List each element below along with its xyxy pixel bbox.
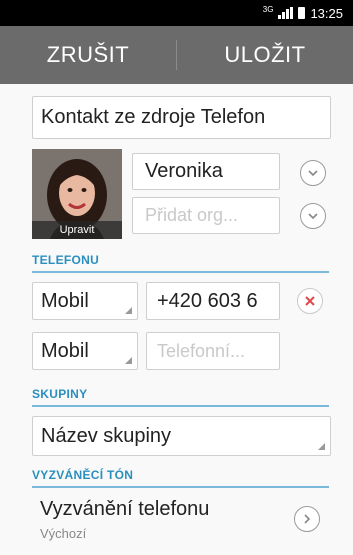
dropdown-corner-icon <box>125 357 132 364</box>
name-field[interactable]: Veronika <box>132 153 280 190</box>
section-divider <box>32 405 329 407</box>
phone-type-label: Mobil <box>41 340 89 362</box>
dropdown-corner-icon <box>318 443 325 450</box>
phone-type-label: Mobil <box>41 290 89 312</box>
cancel-button[interactable]: ZRUŠIT <box>0 26 176 84</box>
chevron-right-icon <box>304 514 311 524</box>
phone-number-field[interactable]: Telefonní... <box>146 332 280 370</box>
save-button[interactable]: ULOŽIT <box>177 26 353 84</box>
dropdown-corner-icon <box>125 307 132 314</box>
signal-icon <box>278 7 294 19</box>
action-bar: ZRUŠIT ULOŽIT <box>0 26 353 84</box>
contact-editor: Kontakt ze zdroje Telefon Upravit Veroni… <box>0 84 353 555</box>
status-bar: 3G 13:25 <box>0 0 353 26</box>
chevron-down-icon <box>308 213 318 220</box>
phone-type-spinner[interactable]: Mobil <box>32 332 138 370</box>
ringtone-section-header: VYZVÁNĚCÍ TÓN <box>32 468 134 482</box>
ringtone-row[interactable]: Vyzvánění telefonu Výchozí <box>32 490 331 548</box>
phone-number-placeholder: Telefonní... <box>157 341 246 361</box>
ringtone-open-button[interactable] <box>294 506 320 532</box>
phone-section-header: TELEFONU <box>32 253 100 267</box>
account-source-button[interactable]: Kontakt ze zdroje Telefon <box>32 96 331 139</box>
remove-phone-button[interactable] <box>297 288 323 314</box>
expand-name-button[interactable] <box>300 160 326 186</box>
groups-section-header: SKUPINY <box>32 387 88 401</box>
phone-number-field[interactable]: +420 603 6 <box>146 282 280 320</box>
ringtone-title: Vyzvánění telefonu <box>40 498 210 520</box>
edit-photo-label[interactable]: Upravit <box>32 221 122 239</box>
status-icons: 3G 13:25 <box>263 4 343 22</box>
phone-type-spinner[interactable]: Mobil <box>32 282 138 320</box>
clock: 13:25 <box>310 5 343 21</box>
group-spinner[interactable]: Název skupiny <box>32 416 331 456</box>
ringtone-value: Výchozí <box>40 526 87 541</box>
phone-number-value: +420 603 6 <box>157 290 258 312</box>
group-value: Název skupiny <box>41 425 172 447</box>
organization-placeholder: Přidat org... <box>145 205 239 225</box>
chevron-down-icon <box>308 170 318 177</box>
contact-photo[interactable]: Upravit <box>32 149 122 239</box>
name-value: Veronika <box>145 160 223 182</box>
organization-field[interactable]: Přidat org... <box>132 197 280 234</box>
section-divider <box>32 486 329 488</box>
battery-icon <box>298 7 306 19</box>
network-type: 3G <box>262 4 274 14</box>
section-divider <box>32 271 329 273</box>
expand-organization-button[interactable] <box>300 203 326 229</box>
close-icon <box>305 296 315 306</box>
